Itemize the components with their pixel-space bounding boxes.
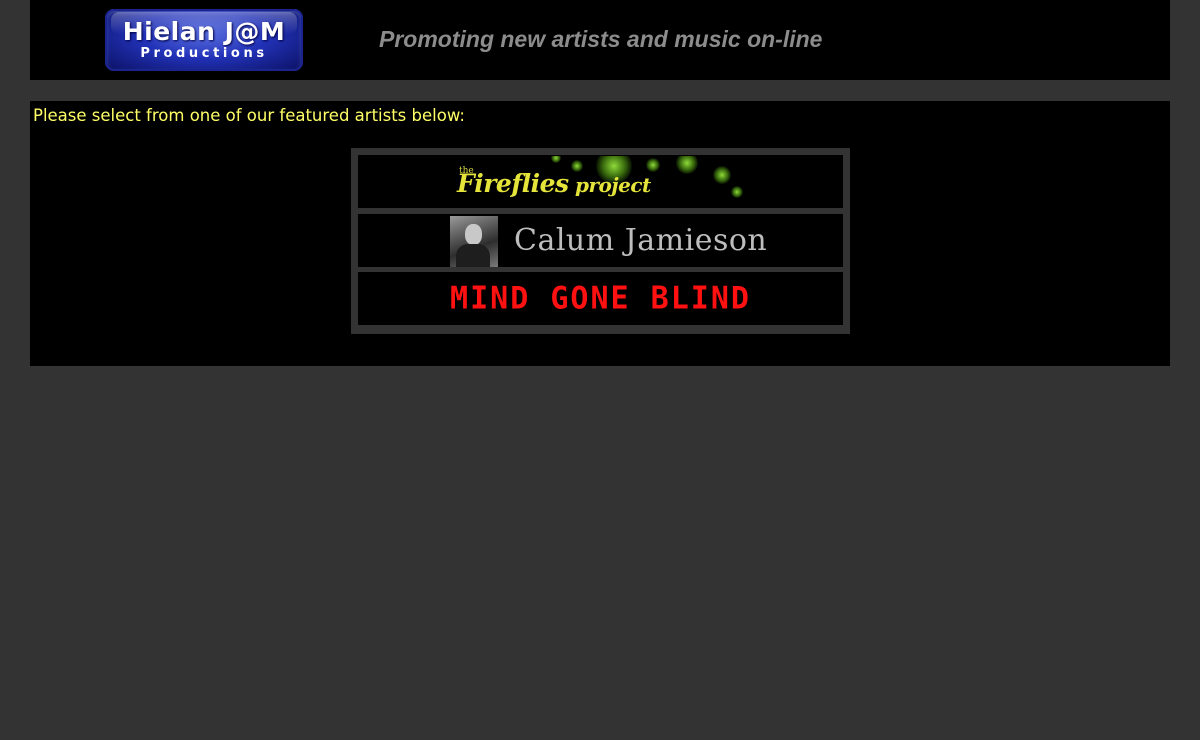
firefly-glow bbox=[713, 166, 731, 184]
firefly-glow bbox=[551, 156, 561, 163]
fireflies-project-banner[interactable]: the Fireflies project bbox=[451, 156, 751, 208]
fireflies-title: Fireflies project bbox=[457, 169, 651, 198]
header-bar: Hielan J@M Productions Promoting new art… bbox=[30, 0, 1170, 80]
site-tagline: Promoting new artists and music on-line bbox=[379, 26, 823, 52]
photo-head bbox=[465, 224, 482, 245]
artist-link-mind-gone-blind[interactable]: MIND GONE BLIND bbox=[358, 272, 843, 325]
main-panel: Please select from one of our featured a… bbox=[30, 101, 1170, 366]
mind-gone-blind-banner[interactable]: MIND GONE BLIND bbox=[358, 272, 843, 325]
fireflies-title-rest: project bbox=[568, 173, 651, 197]
artist-link-fireflies-project[interactable]: the Fireflies project bbox=[358, 155, 843, 208]
mind-gone-blind-name: MIND GONE BLIND bbox=[450, 280, 751, 317]
intro-text: Please select from one of our featured a… bbox=[33, 106, 465, 125]
hielan-jam-logo[interactable]: Hielan J@M Productions bbox=[105, 9, 303, 71]
featured-artists-table: the Fireflies project Calum Jamieson MIN… bbox=[351, 148, 850, 334]
logo-subtitle: Productions bbox=[140, 46, 268, 61]
fireflies-title-main: Fireflies bbox=[457, 169, 569, 198]
firefly-glow bbox=[731, 186, 743, 198]
calum-jamieson-name: Calum Jamieson bbox=[514, 223, 768, 258]
logo-title: Hielan J@M bbox=[122, 17, 286, 46]
firefly-glow bbox=[676, 156, 698, 174]
photo-body bbox=[456, 244, 490, 267]
calum-jamieson-photo bbox=[450, 216, 498, 267]
artist-link-calum-jamieson[interactable]: Calum Jamieson bbox=[358, 214, 843, 267]
calum-jamieson-banner[interactable]: Calum Jamieson bbox=[450, 216, 767, 267]
